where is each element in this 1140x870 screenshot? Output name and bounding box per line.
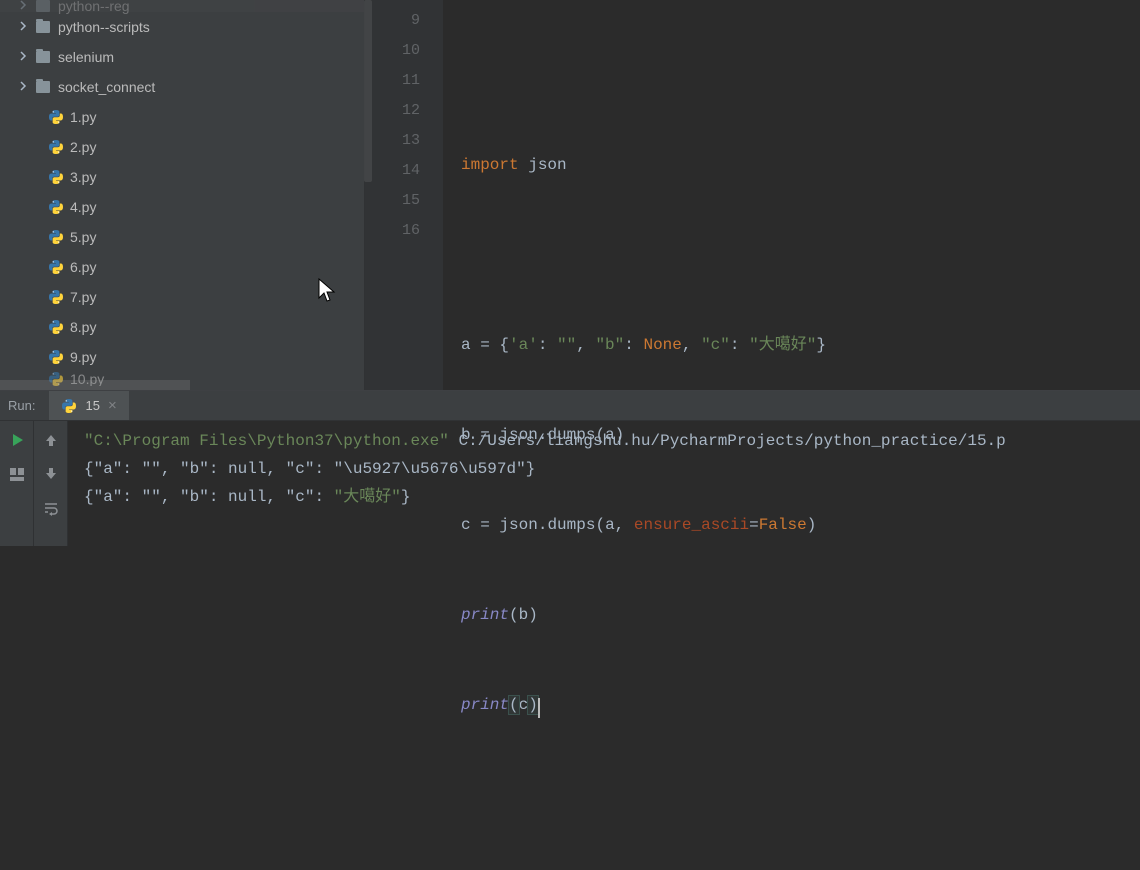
line-number: 9 bbox=[365, 6, 442, 36]
sidebar-folder-selenium[interactable]: selenium bbox=[0, 42, 364, 72]
file-label: 1.py bbox=[70, 109, 96, 125]
layout-icon[interactable] bbox=[8, 465, 26, 483]
text-cursor bbox=[538, 698, 540, 718]
run-tab-name: 15 bbox=[85, 398, 99, 413]
file-label: 8.py bbox=[70, 319, 96, 335]
line-number: 16 bbox=[365, 216, 442, 246]
run-toolbar-nav bbox=[34, 421, 68, 546]
file-label: 5.py bbox=[70, 229, 96, 245]
line-number: 14 bbox=[365, 156, 442, 186]
code-area[interactable]: import json a = {'a': "", "b": None, "c"… bbox=[443, 0, 1140, 390]
file-label: 7.py bbox=[70, 289, 96, 305]
line-number: 10 bbox=[365, 36, 442, 66]
sidebar-file[interactable]: 1.py bbox=[0, 102, 364, 132]
python-file-icon bbox=[48, 199, 64, 215]
arrow-up-icon[interactable] bbox=[42, 431, 60, 449]
python-file-icon bbox=[48, 109, 64, 125]
editor-gutter: 0910111213141516 bbox=[365, 0, 443, 390]
sidebar-folder-socket-connect[interactable]: socket_connect bbox=[0, 72, 364, 102]
python-file-icon bbox=[48, 139, 64, 155]
soft-wrap-icon[interactable] bbox=[42, 499, 60, 517]
folder-icon bbox=[36, 21, 50, 33]
line-number: 11 bbox=[365, 66, 442, 96]
file-label: 2.py bbox=[70, 139, 96, 155]
code-line-8[interactable] bbox=[461, 60, 1140, 90]
code-line-10[interactable] bbox=[461, 240, 1140, 270]
run-window-label: Run: bbox=[0, 391, 49, 420]
code-line-16[interactable] bbox=[461, 780, 1140, 810]
sidebar-file[interactable]: 4.py bbox=[0, 192, 364, 222]
file-label: 9.py bbox=[70, 349, 96, 365]
run-toolbar-left bbox=[0, 421, 34, 546]
code-line-15[interactable]: print(c) bbox=[461, 690, 1140, 720]
code-editor[interactable]: 0910111213141516 import json a = {'a': "… bbox=[365, 0, 1140, 390]
python-file-icon bbox=[48, 229, 64, 245]
file-label: 4.py bbox=[70, 199, 96, 215]
folder-icon bbox=[36, 0, 50, 12]
python-file-icon bbox=[48, 169, 64, 185]
python-file-icon bbox=[48, 259, 64, 275]
folder-label: python--scripts bbox=[58, 19, 150, 35]
file-label: 3.py bbox=[70, 169, 96, 185]
chevron-right-icon bbox=[18, 51, 30, 63]
folder-icon bbox=[36, 51, 50, 63]
chevron-right-icon bbox=[18, 0, 30, 12]
close-icon[interactable]: × bbox=[108, 397, 117, 414]
code-line-11[interactable]: a = {'a': "", "b": None, "c": "大噶好"} bbox=[461, 330, 1140, 360]
chevron-right-icon bbox=[18, 21, 30, 33]
code-line-14[interactable]: print(b) bbox=[461, 600, 1140, 630]
sidebar-horizontal-scrollbar[interactable] bbox=[0, 380, 190, 390]
folder-label: selenium bbox=[58, 49, 114, 65]
file-label: 6.py bbox=[70, 259, 96, 275]
console-line-exec: "C:\Program Files\Python37\python.exe" bbox=[84, 432, 449, 450]
folder-icon bbox=[36, 81, 50, 93]
code-line-9[interactable]: import json bbox=[461, 150, 1140, 180]
sidebar-file[interactable]: 8.py bbox=[0, 312, 364, 342]
run-tab[interactable]: 15 × bbox=[49, 391, 128, 420]
folder-label: python--reg bbox=[58, 0, 130, 14]
code-line-13[interactable]: c = json.dumps(a, ensure_ascii=False) bbox=[461, 510, 1140, 540]
sidebar-file[interactable]: 6.py bbox=[0, 252, 364, 282]
python-file-icon bbox=[48, 319, 64, 335]
folder-label: socket_connect bbox=[58, 79, 155, 95]
python-file-icon bbox=[61, 398, 77, 414]
line-number: 15 bbox=[365, 186, 442, 216]
sidebar-file[interactable]: 7.py bbox=[0, 282, 364, 312]
line-number: 12 bbox=[365, 96, 442, 126]
python-file-icon bbox=[48, 289, 64, 305]
editor-scrollbar-thumb[interactable] bbox=[364, 0, 372, 182]
python-file-icon bbox=[48, 349, 64, 365]
sidebar-file[interactable]: 9.py bbox=[0, 342, 364, 372]
line-number: 13 bbox=[365, 126, 442, 156]
sidebar-file[interactable]: 5.py bbox=[0, 222, 364, 252]
chevron-right-icon bbox=[18, 81, 30, 93]
arrow-down-icon[interactable] bbox=[42, 465, 60, 483]
sidebar-file[interactable]: 3.py bbox=[0, 162, 364, 192]
sidebar-folder-python-reg[interactable]: python--reg bbox=[0, 0, 364, 12]
sidebar-folder-python-scripts[interactable]: python--scripts bbox=[0, 12, 364, 42]
console-line-out2-pre: {"a": "", "b": null, "c": bbox=[84, 488, 334, 506]
code-line-12[interactable]: b = json.dumps(a) bbox=[461, 420, 1140, 450]
sidebar-file[interactable]: 2.py bbox=[0, 132, 364, 162]
project-sidebar[interactable]: python--reg python--scripts selenium soc… bbox=[0, 0, 365, 390]
rerun-icon[interactable] bbox=[8, 431, 26, 449]
